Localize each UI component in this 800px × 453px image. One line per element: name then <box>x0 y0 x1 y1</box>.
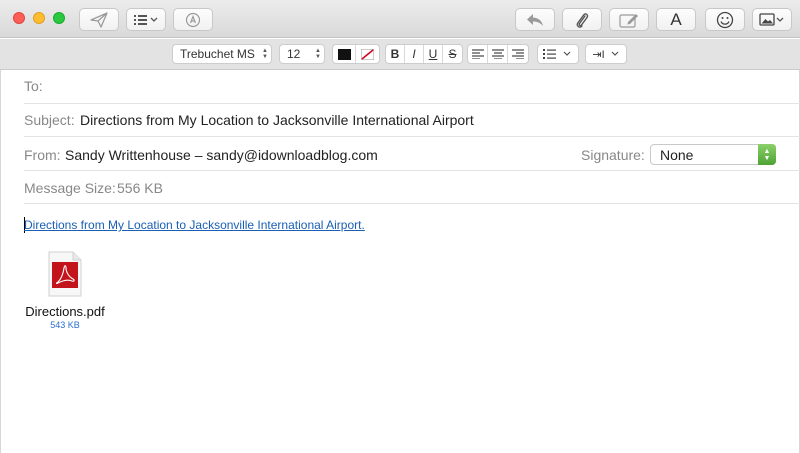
close-window-button[interactable] <box>13 12 25 24</box>
minimize-window-button[interactable] <box>33 12 45 24</box>
subject-row: Subject: Directions from My Location to … <box>24 104 800 137</box>
font-size-value: 12 <box>287 47 301 61</box>
color-controls <box>332 44 380 64</box>
no-highlight-icon <box>361 48 374 60</box>
signature-value: None <box>660 147 694 163</box>
updown-icon: ▲ ▼ <box>315 48 321 60</box>
markup-icon <box>185 12 201 27</box>
attachment-size: 543 KB <box>50 320 80 330</box>
photo-browser-button[interactable] <box>752 8 792 31</box>
attach-button[interactable] <box>562 8 602 31</box>
color-swatch-icon <box>337 48 351 60</box>
align-left-button[interactable] <box>468 45 488 63</box>
zoom-window-button[interactable] <box>53 12 65 24</box>
message-size-label: Message Size: <box>24 180 116 196</box>
directions-link[interactable]: Directions from My Location to Jacksonvi… <box>24 218 365 232</box>
format-label: A <box>670 9 682 29</box>
to-field[interactable] <box>58 78 658 96</box>
align-right-icon <box>512 49 524 59</box>
bold-button[interactable]: B <box>386 45 405 63</box>
format-bar: Trebuchet MS ▲ ▼ 12 ▲ ▼ B I U S ⇥I <box>0 39 800 70</box>
emoji-button[interactable] <box>705 8 745 31</box>
window-edge-left <box>0 70 1 453</box>
indent-control[interactable]: ⇥I <box>585 44 627 64</box>
font-family-select[interactable]: Trebuchet MS ▲ ▼ <box>172 44 272 64</box>
chevron-down-icon <box>611 51 619 56</box>
paperclip-icon <box>576 12 589 28</box>
align-right-button[interactable] <box>508 45 528 63</box>
message-size-row: Message Size: 556 KB <box>24 171 800 204</box>
send-button[interactable] <box>79 8 119 31</box>
indent-button[interactable]: ⇥I <box>586 45 626 63</box>
strikethrough-button[interactable]: S <box>443 45 462 63</box>
from-field[interactable]: Sandy Writtenhouse – sandy@idownloadblog… <box>65 147 378 163</box>
send-icon <box>90 11 108 28</box>
subject-field[interactable]: Directions from My Location to Jacksonvi… <box>80 112 474 128</box>
reply-button[interactable] <box>515 8 555 31</box>
from-label: From: <box>24 147 61 163</box>
pdf-file-icon <box>48 251 82 297</box>
to-label: To: <box>24 78 43 94</box>
text-style-controls: B I U S <box>385 44 463 64</box>
updown-icon: ▲ ▼ <box>758 144 776 165</box>
align-left-icon <box>471 49 484 59</box>
header-fields-button[interactable] <box>126 8 166 31</box>
photo-icon <box>759 12 784 26</box>
list-style-control[interactable] <box>537 44 579 64</box>
attachment-name: Directions.pdf <box>25 304 105 319</box>
underline-button[interactable]: U <box>424 45 443 63</box>
window-toolbar: A <box>0 0 800 38</box>
align-center-icon <box>491 49 504 59</box>
align-center-button[interactable] <box>488 45 508 63</box>
subject-label: Subject: <box>24 112 75 128</box>
message-size-value: 556 KB <box>117 180 163 196</box>
emoji-icon <box>716 11 734 28</box>
bullet-list-icon <box>543 49 571 59</box>
text-color-button[interactable] <box>333 45 356 63</box>
annotate-icon <box>619 13 638 28</box>
italic-button[interactable]: I <box>405 45 424 63</box>
list-icon <box>134 14 158 25</box>
format-button[interactable]: A <box>656 8 696 31</box>
highlight-color-button[interactable] <box>356 45 379 63</box>
reply-icon <box>527 13 543 26</box>
indent-icon: ⇥I <box>592 48 605 61</box>
signature-label: Signature: <box>581 147 645 163</box>
to-row[interactable]: To: <box>24 70 800 104</box>
list-style-button[interactable] <box>538 45 578 63</box>
updown-icon: ▲ ▼ <box>262 48 268 60</box>
signature-select[interactable]: None ▲ ▼ <box>650 144 776 165</box>
font-family-value: Trebuchet MS <box>180 47 255 61</box>
markup-button[interactable] <box>173 8 213 31</box>
alignment-controls <box>467 44 529 64</box>
font-size-select[interactable]: 12 ▲ ▼ <box>279 44 325 64</box>
annotate-button[interactable] <box>609 8 649 31</box>
